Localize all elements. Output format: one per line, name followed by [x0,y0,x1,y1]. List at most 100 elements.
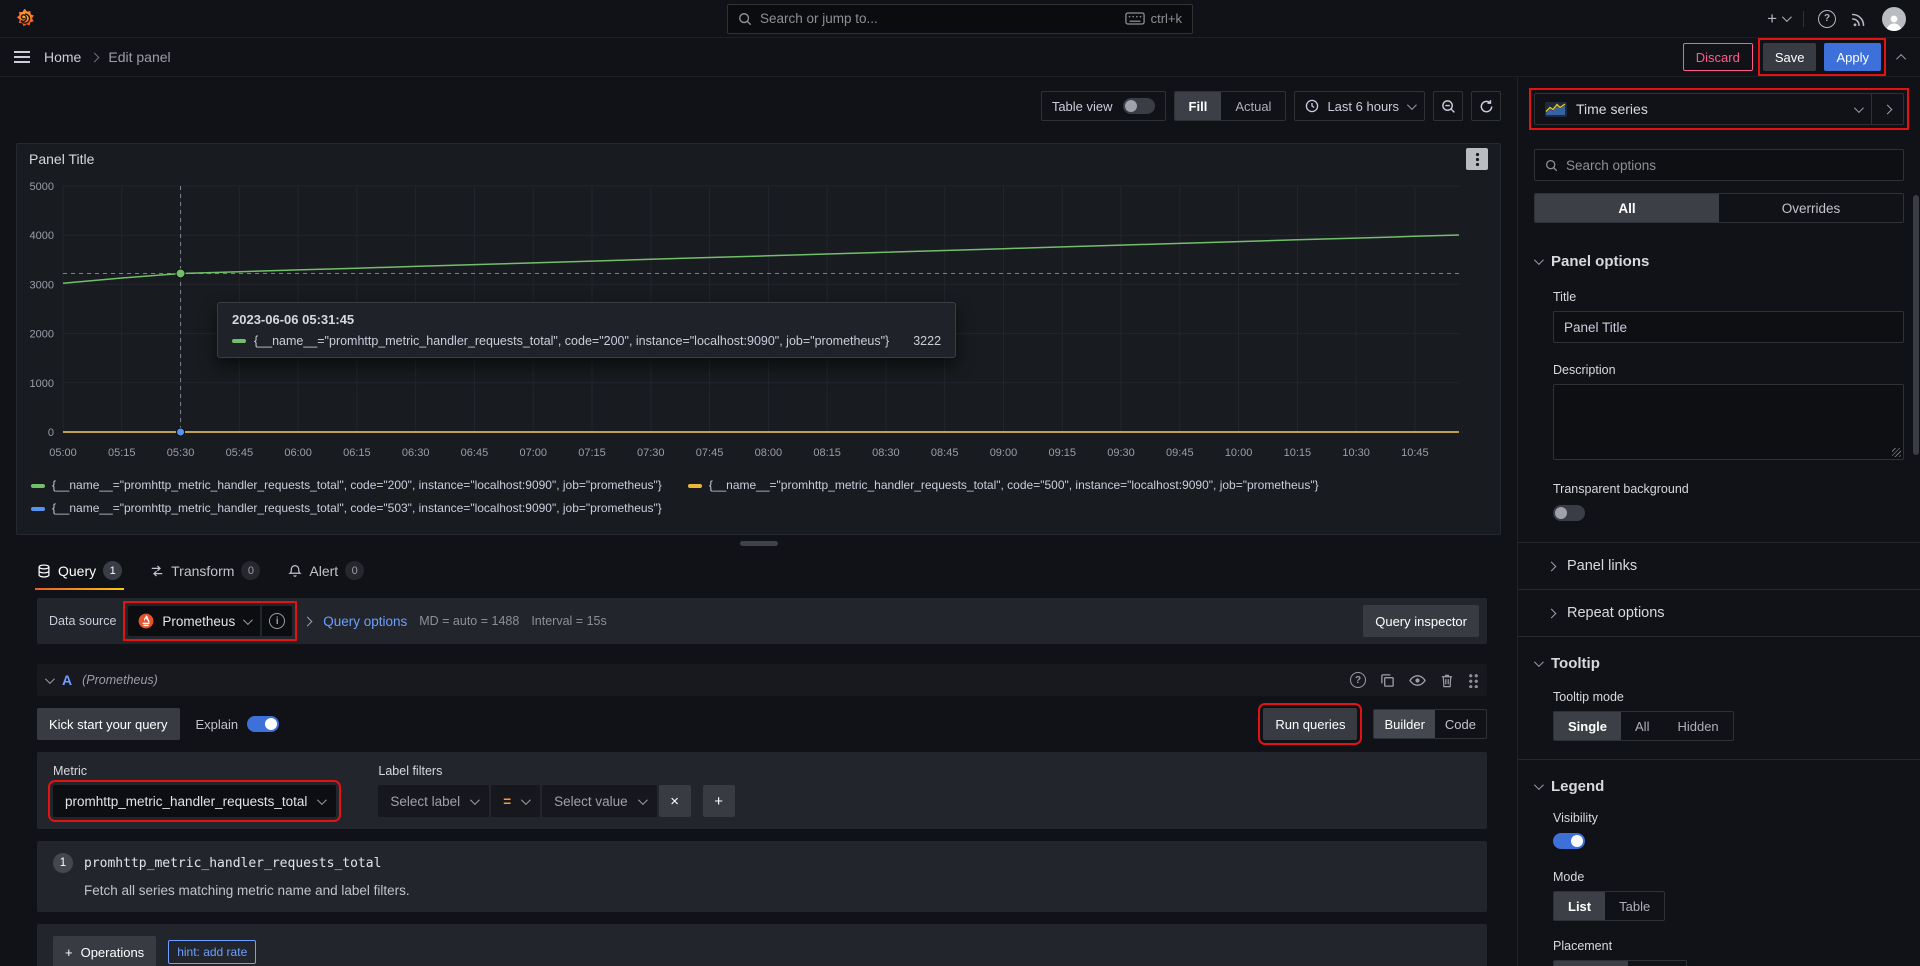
tooltip-section-header[interactable]: Tooltip [1533,655,1904,672]
actual-option[interactable]: Actual [1221,92,1285,120]
datasource-help-button[interactable]: i [262,606,293,636]
add-operation-button[interactable]: + Operations [53,936,157,966]
apply-button[interactable]: Apply [1824,43,1881,71]
run-queries-button[interactable]: Run queries [1258,703,1363,745]
transform-icon [151,564,163,577]
description-textarea[interactable] [1553,384,1904,460]
editor-resize-handle[interactable] [739,541,778,546]
collapse-query-icon[interactable] [44,673,55,684]
tab-transform[interactable]: Transform 0 [150,561,261,590]
save-apply-annotation: Save Apply [1757,38,1887,76]
repeat-options-section[interactable]: Repeat options [1534,590,1904,636]
code-option[interactable]: Code [1435,710,1486,738]
hide-query-eye-icon[interactable] [1409,674,1426,687]
select-value-dropdown[interactable]: Select value [542,785,657,817]
kickstart-button[interactable]: Kick start your query [37,708,180,740]
chevron-down-icon [1853,102,1864,113]
svg-text:05:30: 05:30 [167,447,195,459]
options-filter-tabs: All Overrides [1534,193,1904,223]
tooltip-mode-single[interactable]: Single [1554,712,1622,740]
tooltip-mode-segment: Single All Hidden [1553,711,1734,741]
svg-text:2000: 2000 [30,329,54,341]
panel-title-input[interactable] [1553,311,1904,343]
breadcrumb-current: Edit panel [108,49,171,65]
keyboard-icon [1124,12,1145,25]
plus-icon: + [1767,8,1777,28]
datasource-row: Data source Prometheus i Query options M… [37,598,1487,644]
trash-icon[interactable] [1440,673,1454,688]
svg-text:06:45: 06:45 [461,447,489,459]
legend-visibility-toggle[interactable] [1553,833,1585,849]
query-ref-id[interactable]: A [62,672,72,688]
tab-all[interactable]: All [1535,194,1719,222]
drag-query-handle-icon[interactable] [1468,672,1479,688]
user-avatar[interactable] [1882,6,1906,31]
chevron-right-icon [1546,561,1557,571]
chevron-down-icon [243,614,254,625]
svg-text:05:45: 05:45 [226,447,254,459]
legend-item[interactable]: {__name__="promhttp_metric_handler_reque… [687,476,1319,495]
menu-toggle-icon[interactable] [14,51,30,63]
add-filter-button[interactable]: + [702,785,735,817]
transform-count-badge: 0 [241,561,261,580]
panel-options-section-header[interactable]: Panel options [1533,253,1904,270]
label-filters-field: Label filters Select label = Select valu… [378,764,735,817]
discard-button[interactable]: Discard [1682,43,1753,71]
explain-block: 1 promhttp_metric_handler_requests_total… [37,841,1487,912]
builder-option[interactable]: Builder [1374,710,1435,738]
duplicate-icon[interactable] [1380,673,1395,688]
query-help-icon[interactable]: ? [1350,672,1366,688]
legend-mode-table[interactable]: Table [1605,892,1664,920]
zoom-out-button[interactable] [1433,91,1463,121]
visibility-label: Visibility [1553,811,1598,825]
svg-text:09:00: 09:00 [990,447,1018,459]
label-filters-label: Label filters [378,764,443,778]
placement-right[interactable]: Right [1628,961,1686,966]
datasource-picker[interactable]: Prometheus [128,606,261,636]
tooltip-mode-all[interactable]: All [1621,712,1663,740]
query-inspector-button[interactable]: Query inspector [1363,605,1479,637]
collapse-editor-icon[interactable] [1896,53,1907,64]
global-search-input[interactable]: Search or jump to... ctrl+k [727,3,1193,34]
remove-filter-button[interactable]: × [658,785,691,817]
panel-links-section[interactable]: Panel links [1534,543,1904,589]
select-label-dropdown[interactable]: Select label [378,785,490,817]
metric-select[interactable]: promhttp_metric_handler_requests_total [47,780,342,822]
refresh-button[interactable] [1471,91,1501,121]
operator-dropdown[interactable]: = [491,785,541,817]
legend-mode-list[interactable]: List [1554,892,1606,920]
transparent-background-toggle[interactable] [1553,505,1585,521]
news-rss-icon[interactable] [1850,10,1868,28]
toggle-viz-picker-button[interactable] [1872,93,1904,125]
breadcrumb-home[interactable]: Home [44,49,81,65]
hint-add-rate-button[interactable]: hint: add rate [168,940,257,964]
fill-option[interactable]: Fill [1174,92,1222,120]
legend-swatch [31,483,45,488]
tab-overrides[interactable]: Overrides [1719,194,1903,222]
time-range-picker[interactable]: Last 6 hours [1294,91,1425,121]
table-view-toggle[interactable] [1122,98,1155,114]
resize-grip-icon[interactable] [1892,448,1901,457]
grafana-logo[interactable] [14,8,36,30]
visualization-picker[interactable]: Time series [1534,93,1872,125]
search-options-input[interactable]: Search options [1534,149,1904,181]
query-builder-block: Metric promhttp_metric_handler_requests_… [37,752,1487,829]
help-icon[interactable]: ? [1818,9,1836,28]
legend-section-header[interactable]: Legend [1533,778,1904,795]
placement-bottom[interactable]: Bottom [1554,961,1628,966]
tab-alert[interactable]: Alert 0 [288,561,365,590]
legend-item[interactable]: {__name__="promhttp_metric_handler_reque… [31,476,662,495]
legend-item[interactable]: {__name__="promhttp_metric_handler_reque… [31,499,662,518]
panel-menu-button[interactable] [1466,148,1488,170]
tab-query[interactable]: Query 1 [34,561,125,590]
tooltip-mode-hidden[interactable]: Hidden [1663,712,1732,740]
query-options-expand-icon[interactable] [302,616,313,626]
new-menu-button[interactable]: + [1767,8,1792,29]
sidebar-scrollbar[interactable] [1913,195,1919,455]
explain-toggle[interactable] [247,716,280,732]
query-options-link[interactable]: Query options [323,614,407,629]
description-label: Description [1553,363,1616,377]
save-button[interactable]: Save [1762,43,1817,71]
svg-text:07:00: 07:00 [519,447,547,459]
legend-mode-label: Mode [1553,870,1585,884]
